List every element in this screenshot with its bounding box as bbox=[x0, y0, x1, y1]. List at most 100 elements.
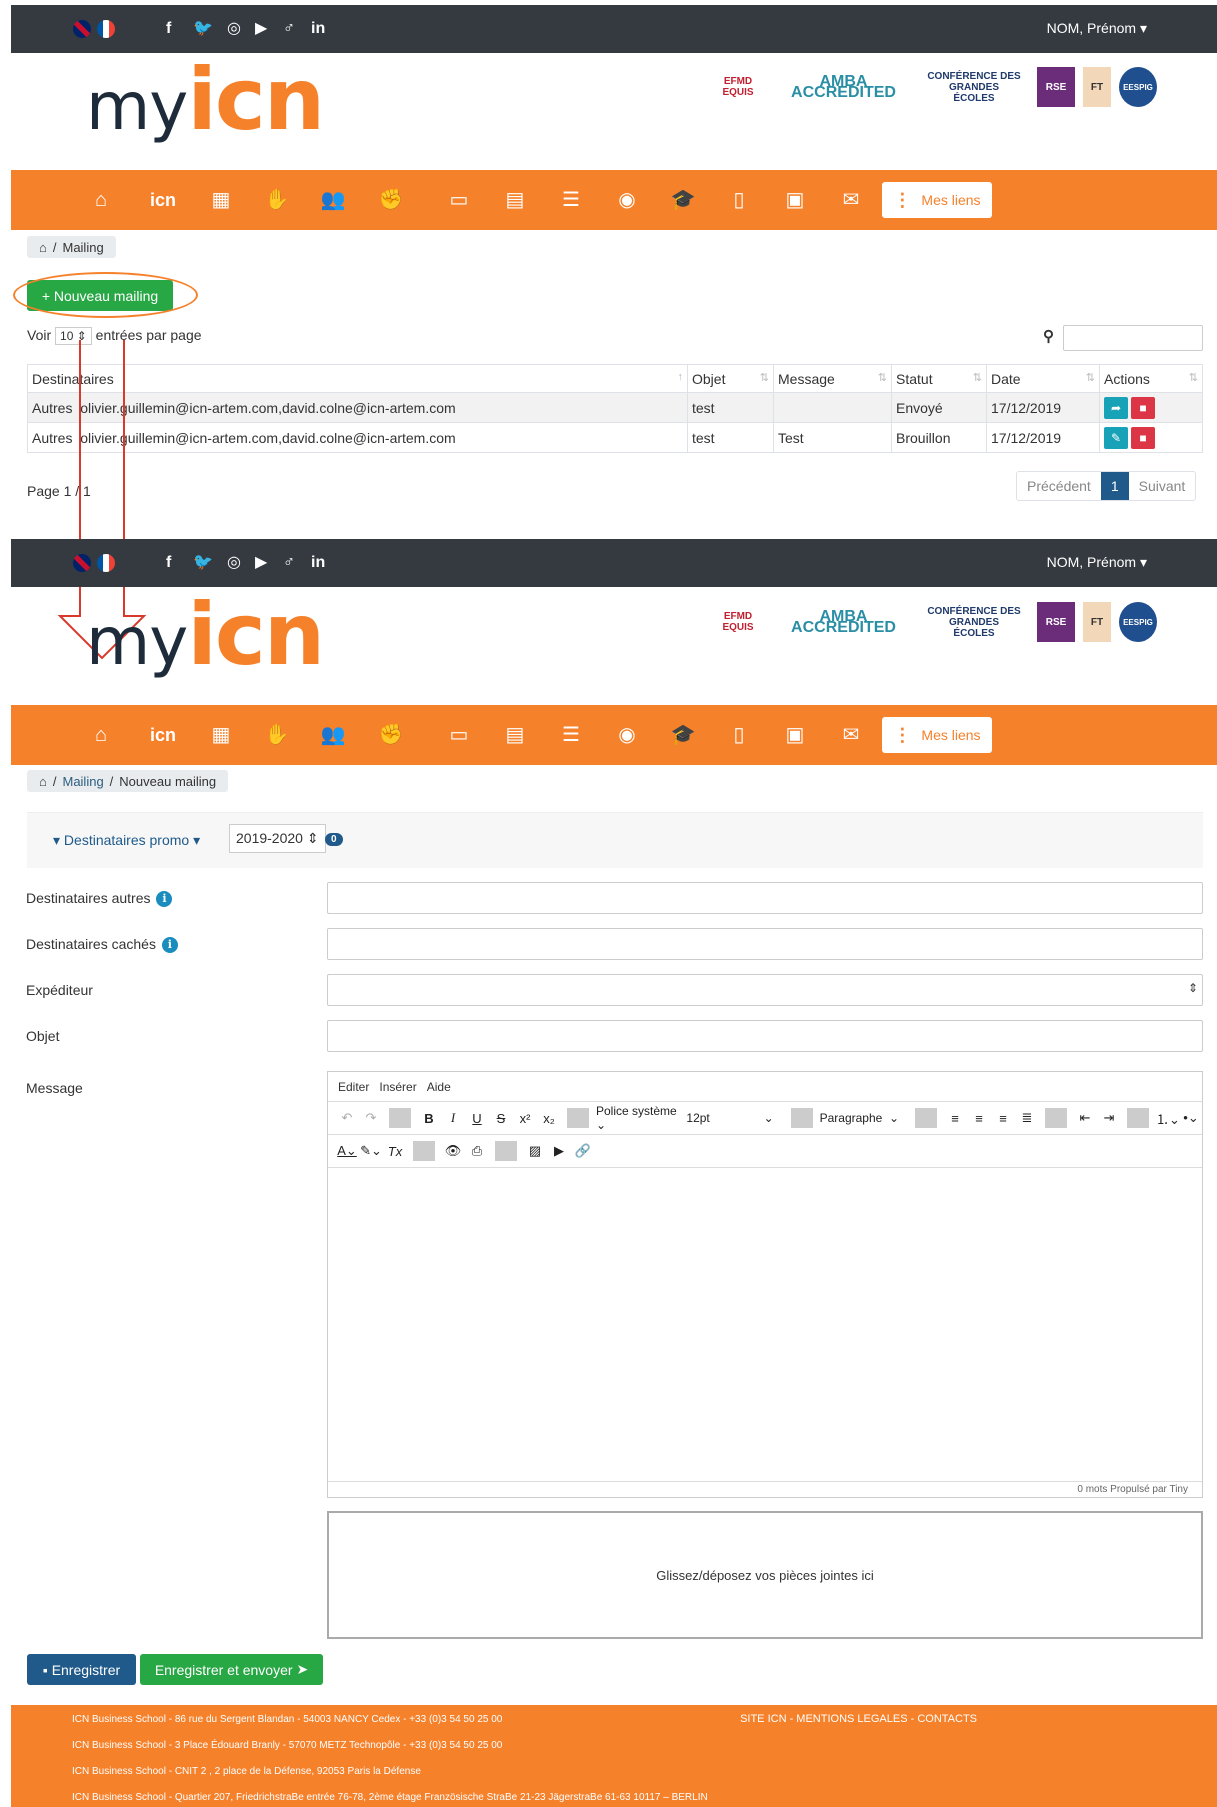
myicn-logo[interactable]: myicn bbox=[86, 50, 325, 150]
trash-icon[interactable]: ■ bbox=[1131, 426, 1155, 449]
viadeo-icon[interactable]: ♂ bbox=[283, 19, 295, 39]
youtube-icon[interactable]: ▶ bbox=[255, 553, 267, 573]
next-page-button[interactable]: Suivant bbox=[1129, 472, 1196, 500]
align-right-icon[interactable]: ≡ bbox=[992, 1111, 1014, 1126]
trash-icon[interactable]: ■ bbox=[1131, 396, 1155, 419]
documents-icon[interactable]: ▯ bbox=[723, 723, 755, 747]
documents-icon[interactable]: ▯ bbox=[723, 188, 755, 212]
align-left-icon[interactable]: ≡ bbox=[944, 1111, 966, 1126]
envelope-icon[interactable]: ✉ bbox=[835, 723, 867, 747]
save-send-button[interactable]: Enregistrer et envoyer ➤ bbox=[140, 1654, 323, 1685]
attachment-dropzone[interactable]: Glissez/déposez vos pièces jointes ici bbox=[327, 1511, 1203, 1639]
font-size-select[interactable]: 12pt ⌄ bbox=[686, 1111, 783, 1125]
clear-format-icon[interactable]: Tx bbox=[384, 1144, 406, 1159]
handshake-icon[interactable]: ✋ bbox=[261, 723, 293, 747]
align-justify-icon[interactable]: ≣ bbox=[1016, 1110, 1038, 1126]
facebook-icon[interactable]: f bbox=[166, 553, 171, 573]
youtube-icon[interactable]: ▶ bbox=[255, 19, 267, 39]
italic-icon[interactable]: I bbox=[442, 1110, 464, 1126]
destinataires-autres-input[interactable] bbox=[327, 882, 1203, 914]
page-1-button[interactable]: 1 bbox=[1100, 472, 1129, 500]
envelope-icon[interactable]: ✉ bbox=[835, 188, 867, 212]
promo-dropdown-toggle[interactable]: ▾ Destinataires promo ▾ bbox=[53, 832, 200, 849]
media-icon[interactable]: ▶ bbox=[548, 1143, 570, 1159]
superscript-icon[interactable]: x² bbox=[514, 1111, 536, 1126]
home-icon[interactable]: ⌂ bbox=[85, 723, 117, 747]
fr-flag-icon[interactable] bbox=[97, 554, 115, 572]
font-family-select[interactable]: Police système ⌄ bbox=[596, 1104, 684, 1132]
presentation-icon[interactable]: ▭ bbox=[443, 188, 475, 212]
calendar-icon[interactable]: ▤ bbox=[499, 188, 531, 212]
graduation-cap-icon[interactable]: 🎓 bbox=[667, 188, 699, 212]
highlight-color-icon[interactable]: ✎⌄ bbox=[360, 1143, 382, 1159]
edit-icon[interactable]: ✎ bbox=[1104, 426, 1128, 449]
user-menu[interactable]: NOM, Prénom ▾ bbox=[1047, 20, 1147, 37]
instagram-icon[interactable]: ◎ bbox=[227, 553, 241, 573]
instagram-icon[interactable]: ◎ bbox=[227, 19, 241, 39]
menu-aide[interactable]: Aide bbox=[427, 1080, 451, 1094]
partnership-icon[interactable]: ✊ bbox=[375, 188, 407, 212]
home-icon[interactable]: ⌂ bbox=[85, 188, 117, 212]
menu-editer[interactable]: Editer bbox=[338, 1080, 369, 1094]
presentation-icon[interactable]: ▭ bbox=[443, 723, 475, 747]
user-menu[interactable]: NOM, Prénom ▾ bbox=[1047, 554, 1147, 571]
mes-liens-button[interactable]: ⋮ Mes liens bbox=[882, 182, 992, 218]
menu-inserer[interactable]: Insérer bbox=[379, 1080, 416, 1094]
building-icon[interactable]: ▦ bbox=[205, 188, 237, 212]
column-header[interactable]: Date ⇅ bbox=[986, 364, 1100, 393]
search-input[interactable] bbox=[1063, 325, 1203, 351]
graduation-cap-icon[interactable]: 🎓 bbox=[667, 723, 699, 747]
myicn-logo[interactable]: myicn bbox=[86, 585, 325, 685]
indent-icon[interactable]: ⇥ bbox=[1098, 1110, 1120, 1126]
link-icon[interactable]: 🔗 bbox=[572, 1143, 594, 1159]
footer-links[interactable]: SITE ICN - MENTIONS LEGALES - CONTACTS bbox=[740, 1713, 977, 1725]
facebook-icon[interactable]: f bbox=[166, 19, 171, 39]
numbered-list-icon[interactable]: ⒈⌄ bbox=[1156, 1109, 1180, 1128]
expediteur-select[interactable]: ⇕ bbox=[327, 974, 1203, 1006]
mes-liens-button[interactable]: ⋮ Mes liens bbox=[882, 717, 992, 753]
save-button[interactable]: ▪ Enregistrer bbox=[27, 1654, 136, 1685]
teacher-icon[interactable]: ☰ bbox=[555, 723, 587, 747]
editor-content-area[interactable] bbox=[328, 1169, 1202, 1481]
column-header[interactable]: Objet ⇅ bbox=[687, 364, 774, 393]
calendar-icon[interactable]: ▤ bbox=[499, 723, 531, 747]
forward-icon[interactable]: ➦ bbox=[1104, 396, 1128, 419]
handshake-icon[interactable]: ✋ bbox=[261, 188, 293, 212]
outdent-icon[interactable]: ⇤ bbox=[1074, 1110, 1096, 1126]
info-icon[interactable]: i bbox=[156, 891, 173, 908]
text-color-icon[interactable]: A⌄ bbox=[336, 1143, 358, 1159]
address-book-icon[interactable]: ▣ bbox=[779, 188, 811, 212]
strikethrough-icon[interactable]: S bbox=[490, 1111, 512, 1126]
undo-icon[interactable]: ↶ bbox=[336, 1110, 358, 1126]
bold-icon[interactable]: B bbox=[418, 1111, 440, 1126]
fr-flag-icon[interactable] bbox=[97, 20, 115, 38]
align-center-icon[interactable]: ≡ bbox=[968, 1111, 990, 1126]
info-icon[interactable]: i bbox=[161, 937, 178, 954]
column-header[interactable]: Actions ⇅ bbox=[1099, 364, 1203, 393]
image-icon[interactable]: ▨ bbox=[524, 1143, 546, 1159]
icn-nav-link[interactable]: icn bbox=[143, 188, 183, 212]
twitter-icon[interactable]: 🐦 bbox=[193, 553, 213, 573]
globe-icon[interactable]: ◉ bbox=[611, 188, 643, 212]
linkedin-icon[interactable]: in bbox=[311, 553, 325, 573]
users-icon[interactable]: 👥 bbox=[317, 188, 349, 212]
viadeo-icon[interactable]: ♂ bbox=[283, 553, 295, 573]
address-book-icon[interactable]: ▣ bbox=[779, 723, 811, 747]
uk-flag-icon[interactable] bbox=[73, 20, 91, 38]
partnership-icon[interactable]: ✊ bbox=[375, 723, 407, 747]
home-icon[interactable]: ⌂ bbox=[39, 240, 47, 255]
preview-icon[interactable]: 👁 bbox=[442, 1143, 464, 1159]
uk-flag-icon[interactable] bbox=[73, 554, 91, 572]
home-icon[interactable]: ⌂ bbox=[39, 774, 47, 789]
redo-icon[interactable]: ↷ bbox=[360, 1110, 382, 1126]
subscript-icon[interactable]: x₂ bbox=[538, 1111, 560, 1126]
teacher-icon[interactable]: ☰ bbox=[555, 188, 587, 212]
prev-page-button[interactable]: Précédent bbox=[1017, 472, 1101, 500]
underline-icon[interactable]: U bbox=[466, 1111, 488, 1126]
year-select[interactable]: 2019-2020 ⇕ bbox=[229, 824, 326, 853]
building-icon[interactable]: ▦ bbox=[205, 723, 237, 747]
column-header[interactable]: Statut ⇅ bbox=[891, 364, 987, 393]
bullet-list-icon[interactable]: •⌄ bbox=[1180, 1110, 1202, 1126]
linkedin-icon[interactable]: in bbox=[311, 19, 325, 39]
objet-input[interactable] bbox=[327, 1020, 1203, 1052]
